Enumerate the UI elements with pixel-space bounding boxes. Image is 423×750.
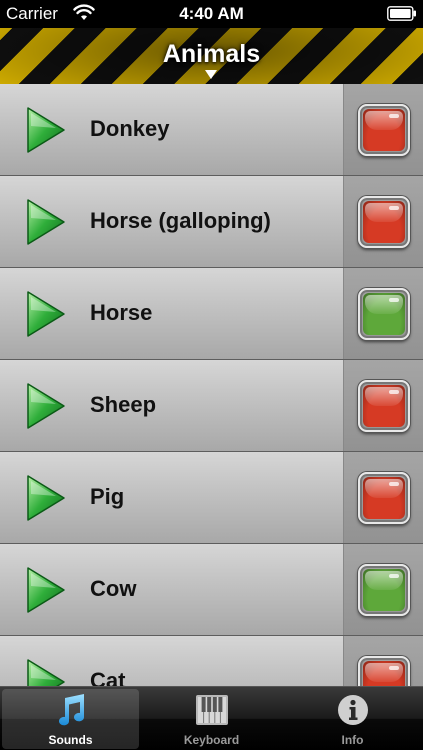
sound-label: Horse <box>90 300 153 325</box>
battery-icon <box>387 6 416 21</box>
sound-row-main[interactable]: Cat <box>0 636 343 686</box>
play-icon[interactable] <box>26 658 66 686</box>
sound-label: Cow <box>90 576 137 601</box>
sound-label: Donkey <box>90 116 170 141</box>
favorite-toggle-on[interactable] <box>358 564 410 616</box>
sound-row-side <box>343 452 423 543</box>
sound-row-side <box>343 360 423 451</box>
tab-label: Info <box>341 733 364 747</box>
app-screen: Carrier 4:40 AM Animals Donkey Horse (gal… <box>0 0 423 750</box>
sound-row-side <box>343 544 423 635</box>
tab-info[interactable]: Info <box>284 689 421 749</box>
status-bar: Carrier 4:40 AM <box>0 0 423 28</box>
play-icon[interactable] <box>26 290 66 338</box>
toggle-fill <box>363 201 405 243</box>
category-title[interactable]: Animals <box>0 40 423 69</box>
sound-row[interactable]: Sheep <box>0 360 423 452</box>
sound-label: Sheep <box>90 392 157 417</box>
sound-row-main[interactable]: Pig <box>0 452 343 543</box>
play-icon[interactable] <box>26 198 66 246</box>
play-icon[interactable] <box>26 382 66 430</box>
sound-row-main[interactable]: Sheep <box>0 360 343 451</box>
favorite-toggle-off[interactable] <box>358 472 410 524</box>
sound-row[interactable]: Cat <box>0 636 423 686</box>
tab-sounds[interactable]: Sounds <box>2 689 139 749</box>
sound-row[interactable]: Horse (galloping) <box>0 176 423 268</box>
favorite-toggle-off[interactable] <box>358 656 410 686</box>
sound-label: Horse (galloping) <box>90 208 271 233</box>
favorite-toggle-on[interactable] <box>358 288 410 340</box>
play-icon[interactable] <box>26 106 66 154</box>
piano-keyboard-icon <box>195 695 228 725</box>
info-icon <box>337 695 368 725</box>
sound-row-main[interactable]: Cow <box>0 544 343 635</box>
sound-row-side <box>343 268 423 359</box>
toggle-fill <box>363 569 405 611</box>
sound-row-main[interactable]: Horse <box>0 268 343 359</box>
sound-row[interactable]: Cow <box>0 544 423 636</box>
tab-label: Keyboard <box>183 733 240 747</box>
tab-bar: Sounds Keyboard Info <box>0 686 423 750</box>
caret-down-icon[interactable] <box>205 70 217 80</box>
play-icon[interactable] <box>26 566 66 614</box>
tab-keyboard[interactable]: Keyboard <box>143 689 280 749</box>
music-note-icon <box>58 694 84 726</box>
favorite-toggle-off[interactable] <box>358 104 410 156</box>
sound-row[interactable]: Donkey <box>0 84 423 176</box>
toggle-fill <box>363 385 405 427</box>
sound-row[interactable]: Horse <box>0 268 423 360</box>
toggle-fill <box>363 109 405 151</box>
tab-label: Sounds <box>48 733 93 747</box>
toggle-fill <box>363 661 405 686</box>
sound-label: Cat <box>90 668 126 686</box>
toggle-fill <box>363 477 405 519</box>
play-icon[interactable] <box>26 474 66 522</box>
favorite-toggle-off[interactable] <box>358 196 410 248</box>
sound-row[interactable]: Pig <box>0 452 423 544</box>
status-time: 4:40 AM <box>179 4 244 23</box>
sound-row-side <box>343 636 423 686</box>
sound-row-main[interactable]: Horse (galloping) <box>0 176 343 267</box>
sound-row-side <box>343 176 423 267</box>
sound-row-side <box>343 84 423 175</box>
favorite-toggle-off[interactable] <box>358 380 410 432</box>
category-header[interactable]: Animals <box>0 28 423 84</box>
sound-list[interactable]: Donkey Horse (galloping) Horse Sheep Pig Cow C… <box>0 84 423 686</box>
sound-row-main[interactable]: Donkey <box>0 84 343 175</box>
toggle-fill <box>363 293 405 335</box>
sound-label: Pig <box>90 484 125 509</box>
